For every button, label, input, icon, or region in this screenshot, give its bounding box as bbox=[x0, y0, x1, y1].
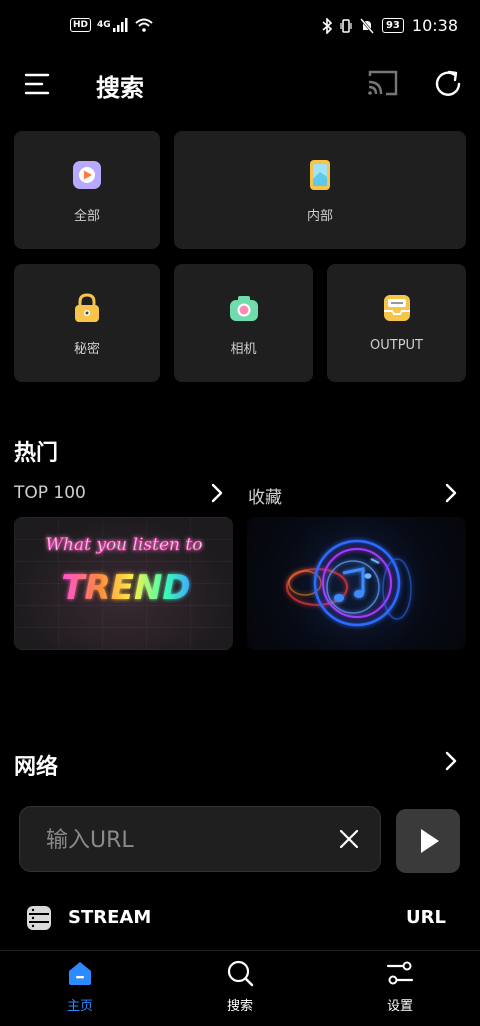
url-label[interactable]: URL bbox=[406, 907, 446, 928]
favorites-card[interactable] bbox=[247, 517, 466, 650]
nav-label: 设置 bbox=[386, 999, 413, 1014]
mute-bell-icon bbox=[360, 17, 374, 34]
wifi-icon bbox=[135, 18, 153, 32]
server-icon bbox=[27, 906, 51, 930]
category-label: 内部 bbox=[306, 209, 333, 224]
page-title: 搜索 bbox=[96, 74, 144, 102]
bottom-nav: 主页 搜索 设置 bbox=[0, 950, 480, 1026]
status-left: HD 4G bbox=[70, 18, 153, 32]
card-trend-text: TREND bbox=[61, 568, 190, 608]
category-label: 全部 bbox=[73, 209, 100, 224]
network-type: 4G bbox=[97, 20, 111, 30]
url-input-box bbox=[19, 806, 381, 872]
play-icon bbox=[421, 829, 439, 853]
hot-section-title: 热门 bbox=[14, 441, 59, 466]
category-all-tile[interactable]: 全部 bbox=[14, 131, 160, 249]
home-icon bbox=[69, 962, 91, 985]
nav-label: 主页 bbox=[66, 999, 93, 1014]
signal-icon bbox=[112, 18, 128, 32]
network-section-title: 网络 bbox=[14, 755, 59, 780]
status-bar: HD 4G 93 10:38 bbox=[0, 0, 480, 56]
category-internal-tile[interactable]: 内部 bbox=[174, 131, 466, 249]
nav-settings[interactable]: 设置 bbox=[350, 959, 450, 1023]
camera-icon bbox=[229, 296, 258, 321]
top100-card[interactable]: What you listen to TREND bbox=[14, 517, 233, 650]
top100-link[interactable]: TOP 100 bbox=[14, 483, 86, 503]
stream-label: STREAM bbox=[68, 907, 152, 928]
hd-badge: HD bbox=[70, 18, 92, 32]
category-label: 相机 bbox=[230, 342, 257, 357]
menu-icon[interactable] bbox=[24, 70, 52, 98]
category-label: 秘密 bbox=[73, 342, 100, 357]
lock-icon bbox=[75, 293, 99, 322]
refresh-icon[interactable] bbox=[432, 68, 464, 100]
chevron-right-icon[interactable] bbox=[443, 482, 459, 504]
nav-search[interactable]: 搜索 bbox=[190, 959, 290, 1023]
play-button[interactable] bbox=[396, 809, 460, 873]
search-icon bbox=[227, 960, 254, 987]
nav-home[interactable]: 主页 bbox=[30, 959, 130, 1023]
phone-icon bbox=[310, 160, 330, 190]
vibrate-icon bbox=[340, 18, 352, 33]
favorites-link[interactable]: 收藏 bbox=[248, 483, 282, 508]
neon-music-image bbox=[286, 539, 412, 627]
tray-icon bbox=[383, 295, 410, 321]
category-camera-tile[interactable]: 相机 bbox=[174, 264, 313, 382]
close-icon[interactable] bbox=[338, 828, 360, 850]
status-right: 93 10:38 bbox=[322, 16, 458, 35]
nav-label: 搜索 bbox=[226, 999, 253, 1014]
stream-row[interactable]: STREAM URL bbox=[0, 896, 480, 940]
chevron-right-icon[interactable] bbox=[443, 750, 459, 772]
card-tagline: What you listen to bbox=[46, 535, 203, 555]
video-play-icon bbox=[73, 161, 101, 189]
category-label: OUTPUT bbox=[370, 338, 423, 353]
url-input[interactable] bbox=[46, 825, 316, 855]
top-bar: 搜索 bbox=[0, 60, 480, 108]
battery-indicator: 93 bbox=[381, 18, 404, 33]
category-secret-tile[interactable]: 秘密 bbox=[14, 264, 160, 382]
category-output-tile[interactable]: OUTPUT bbox=[327, 264, 466, 382]
chevron-right-icon[interactable] bbox=[209, 482, 225, 504]
neon-sign-image: What you listen to TREND bbox=[45, 535, 203, 608]
settings-sliders-icon bbox=[386, 961, 414, 985]
bluetooth-icon bbox=[322, 17, 332, 34]
cast-icon[interactable] bbox=[366, 68, 400, 98]
clock: 10:38 bbox=[411, 16, 458, 35]
